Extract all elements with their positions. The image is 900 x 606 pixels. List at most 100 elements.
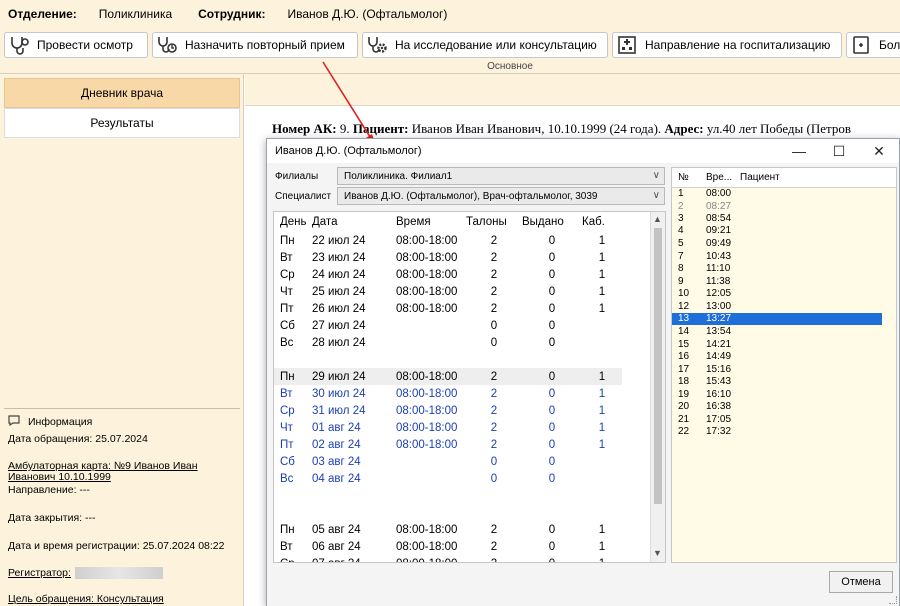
visit-purpose[interactable]: Цель обращения: Консультация — [8, 593, 238, 605]
days-grid: День Дата Время Талоны Выдано Каб. Пн 22 … — [273, 211, 666, 563]
slot-row[interactable]: 14 13:54 — [672, 326, 882, 338]
stethoscope-refresh-icon — [155, 34, 179, 56]
scroll-thumb[interactable] — [654, 228, 662, 504]
cell-date: 29 июл 24 — [312, 368, 396, 385]
slot-row[interactable]: 13 13:27 — [672, 313, 882, 325]
tab-results[interactable]: Результаты — [4, 108, 240, 138]
visit-date: Дата обращения: 25.07.2024 — [8, 433, 148, 445]
col-tickets[interactable]: Талоны — [466, 212, 522, 232]
col-slot-time[interactable]: Вре... — [706, 172, 732, 183]
amb-card-link[interactable]: Амбулаторная карта: №9 Иванов Иван Ивано… — [8, 461, 238, 483]
table-row[interactable] — [274, 504, 622, 521]
slot-row[interactable]: 1 08:00 — [672, 188, 882, 200]
col-day[interactable]: День — [274, 212, 312, 232]
slot-number: 17 — [678, 364, 690, 375]
table-row[interactable]: Вт 30 июл 24 08:00-18:00 2 0 1 — [274, 385, 622, 402]
slot-row[interactable]: 8 11:10 — [672, 263, 882, 275]
cell-issued: 0 — [548, 302, 556, 315]
slot-number: 9 — [678, 276, 684, 287]
branches-select[interactable]: Поликлиника. Филиал1 ∨ — [337, 167, 665, 185]
cell-time: 08:00-18:00 — [396, 268, 458, 281]
specialist-select[interactable]: Иванов Д.Ю. (Офтальмолог), Врач-офтальмо… — [337, 187, 665, 205]
exam-button[interactable]: Провести осмотр — [4, 32, 148, 58]
dept-label: Отделение: — [8, 7, 77, 21]
specialist-value: Иванов Д.Ю. (Офтальмолог), Врач-офтальмо… — [344, 190, 598, 202]
tab-doctor-diary[interactable]: Дневник врача — [4, 78, 240, 108]
table-row[interactable]: Вт 06 авг 24 08:00-18:00 2 0 1 — [274, 538, 622, 555]
slot-row[interactable]: 15 14:21 — [672, 339, 882, 351]
slot-row[interactable]: 10 12:05 — [672, 288, 882, 300]
slot-number: 15 — [678, 339, 690, 350]
table-row[interactable]: Вс 04 авг 24 0 0 — [274, 470, 622, 487]
slot-row[interactable]: 4 09:21 — [672, 225, 882, 237]
slot-row[interactable]: 22 17:32 — [672, 426, 882, 438]
col-time[interactable]: Время — [396, 212, 466, 232]
scroll-up-icon[interactable]: ▲ — [653, 214, 662, 224]
col-issued[interactable]: Выдано — [522, 212, 582, 232]
table-row[interactable]: Пт 26 июл 24 08:00-18:00 2 0 1 — [274, 300, 622, 317]
branches-value: Поликлиника. Филиал1 — [344, 170, 453, 182]
col-number[interactable]: № — [678, 172, 689, 183]
cell-tickets — [466, 351, 522, 368]
col-patient[interactable]: Пациент — [740, 172, 780, 183]
slot-row[interactable]: 20 16:38 — [672, 401, 882, 413]
ak-label: Номер АК: — [272, 121, 337, 136]
slot-row[interactable]: 3 08:54 — [672, 213, 882, 225]
registrar-link[interactable]: Регистратор: — [8, 567, 71, 579]
cell-cab — [582, 487, 622, 504]
stethoscope-icon — [7, 34, 31, 56]
cell-day — [274, 351, 312, 368]
cell-cab: 1 — [598, 234, 606, 247]
table-row[interactable]: Ср 24 июл 24 08:00-18:00 2 0 1 — [274, 266, 622, 283]
slot-row[interactable]: 19 16:10 — [672, 389, 882, 401]
maximize-icon[interactable]: ☐ — [819, 139, 859, 163]
employee-value[interactable]: Иванов Д.Ю. (Офтальмолог) — [288, 7, 448, 21]
scroll-down-icon[interactable]: ▼ — [653, 548, 662, 558]
slot-row[interactable]: 5 09:49 — [672, 238, 882, 250]
table-row[interactable]: Сб 03 авг 24 0 0 — [274, 453, 622, 470]
slot-row[interactable]: 16 14:49 — [672, 351, 882, 363]
hospitalization-button[interactable]: Направление на госпитализацию — [612, 32, 842, 58]
research-consult-button[interactable]: На исследование или консультацию — [362, 32, 608, 58]
slot-row[interactable]: 21 17:05 — [672, 414, 882, 426]
table-row[interactable]: Чт 01 авг 24 08:00-18:00 2 0 1 — [274, 419, 622, 436]
col-date[interactable]: Дата — [312, 212, 396, 232]
resize-grip[interactable] — [889, 596, 897, 604]
grid-scrollbar[interactable]: ▲ ▼ — [650, 212, 665, 562]
cell-cab: 1 — [598, 268, 606, 281]
repeat-visit-button[interactable]: Назначить повторный прием — [152, 32, 358, 58]
cell-tickets: 2 — [466, 368, 522, 385]
table-row[interactable]: Пн 29 июл 24 08:00-18:00 2 0 1 — [274, 368, 622, 385]
close-icon[interactable]: ✕ — [859, 139, 899, 163]
cell-issued — [522, 487, 582, 504]
slot-row[interactable]: 17 15:16 — [672, 364, 882, 376]
slot-row[interactable]: 2 08:27 — [672, 201, 882, 213]
slot-row[interactable]: 9 11:38 — [672, 276, 882, 288]
cancel-button[interactable]: Отмена — [829, 571, 893, 593]
cell-day: Пн — [280, 523, 295, 536]
sick-leave-button[interactable]: Бол — [846, 32, 900, 58]
slot-time: 15:16 — [706, 364, 732, 375]
table-row[interactable] — [274, 351, 622, 368]
col-cab[interactable]: Каб. — [582, 212, 622, 232]
table-row[interactable]: Пт 02 авг 24 08:00-18:00 2 0 1 — [274, 436, 622, 453]
table-row[interactable]: Вс 28 июл 24 0 0 — [274, 334, 622, 351]
table-row[interactable] — [274, 487, 622, 504]
cell-cab: 1 — [598, 251, 606, 264]
slot-time: 09:21 — [706, 225, 732, 236]
cell-issued — [522, 504, 582, 521]
table-row[interactable]: Вт 23 июл 24 08:00-18:00 2 0 1 — [274, 249, 622, 266]
table-row[interactable]: Чт 25 июл 24 08:00-18:00 2 0 1 — [274, 283, 622, 300]
cell-day: Вс — [280, 336, 294, 349]
table-row[interactable]: Ср 31 июл 24 08:00-18:00 2 0 1 — [274, 402, 622, 419]
table-row[interactable]: Пн 05 авг 24 08:00-18:00 2 0 1 — [274, 521, 622, 538]
dept-value[interactable]: Поликлиника — [99, 7, 172, 21]
slot-row[interactable]: 18 15:43 — [672, 376, 882, 388]
table-row[interactable]: Пн 22 июл 24 08:00-18:00 2 0 1 — [274, 232, 622, 249]
cell-date: 07 авг 24 — [312, 555, 396, 563]
slot-row[interactable]: 12 13:00 — [672, 301, 882, 313]
minimize-icon[interactable]: — — [779, 139, 819, 163]
slot-row[interactable]: 7 10:43 — [672, 251, 882, 263]
table-row[interactable]: Сб 27 июл 24 0 0 — [274, 317, 622, 334]
table-row[interactable]: Ср07 авг 2408:00-18:00201 — [274, 555, 622, 563]
